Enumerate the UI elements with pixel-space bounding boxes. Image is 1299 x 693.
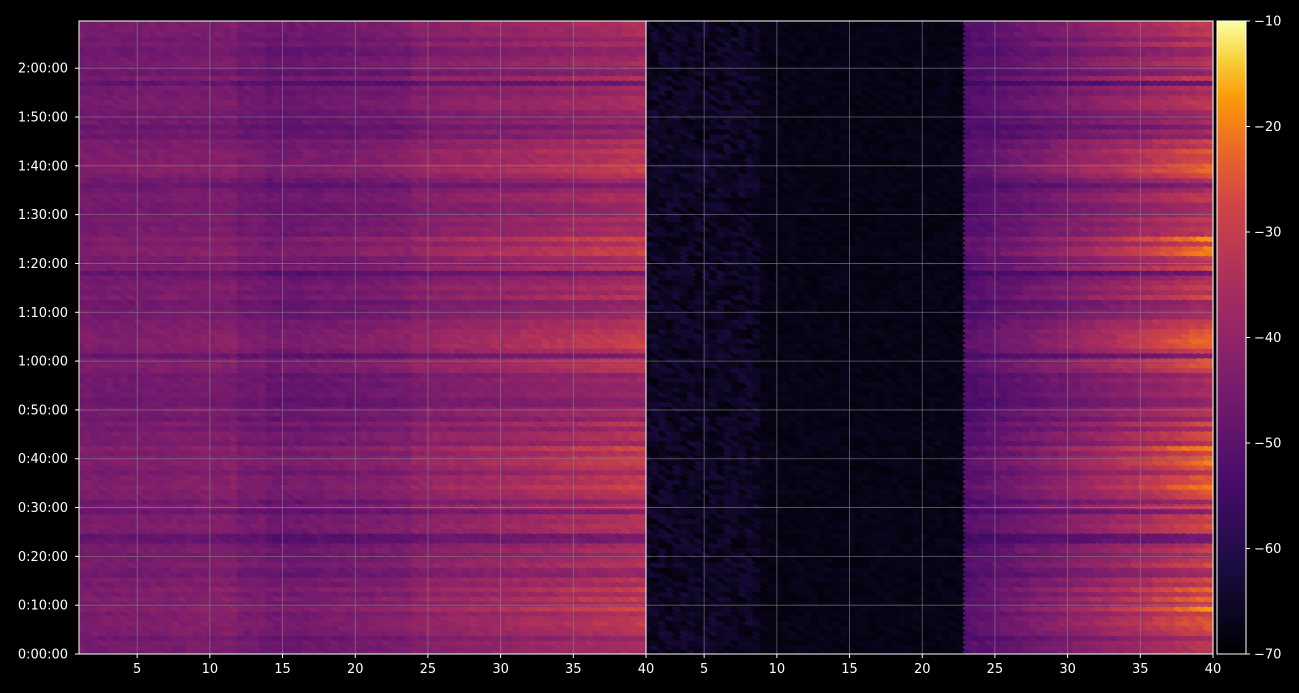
heatmap-figure: 5 10 15 20 25 30 35 40 5 10 15 20 25 30 35 400:00:000:1…: [0, 0, 1299, 693]
heatmap-left-panel-cells: [79, 21, 646, 654]
